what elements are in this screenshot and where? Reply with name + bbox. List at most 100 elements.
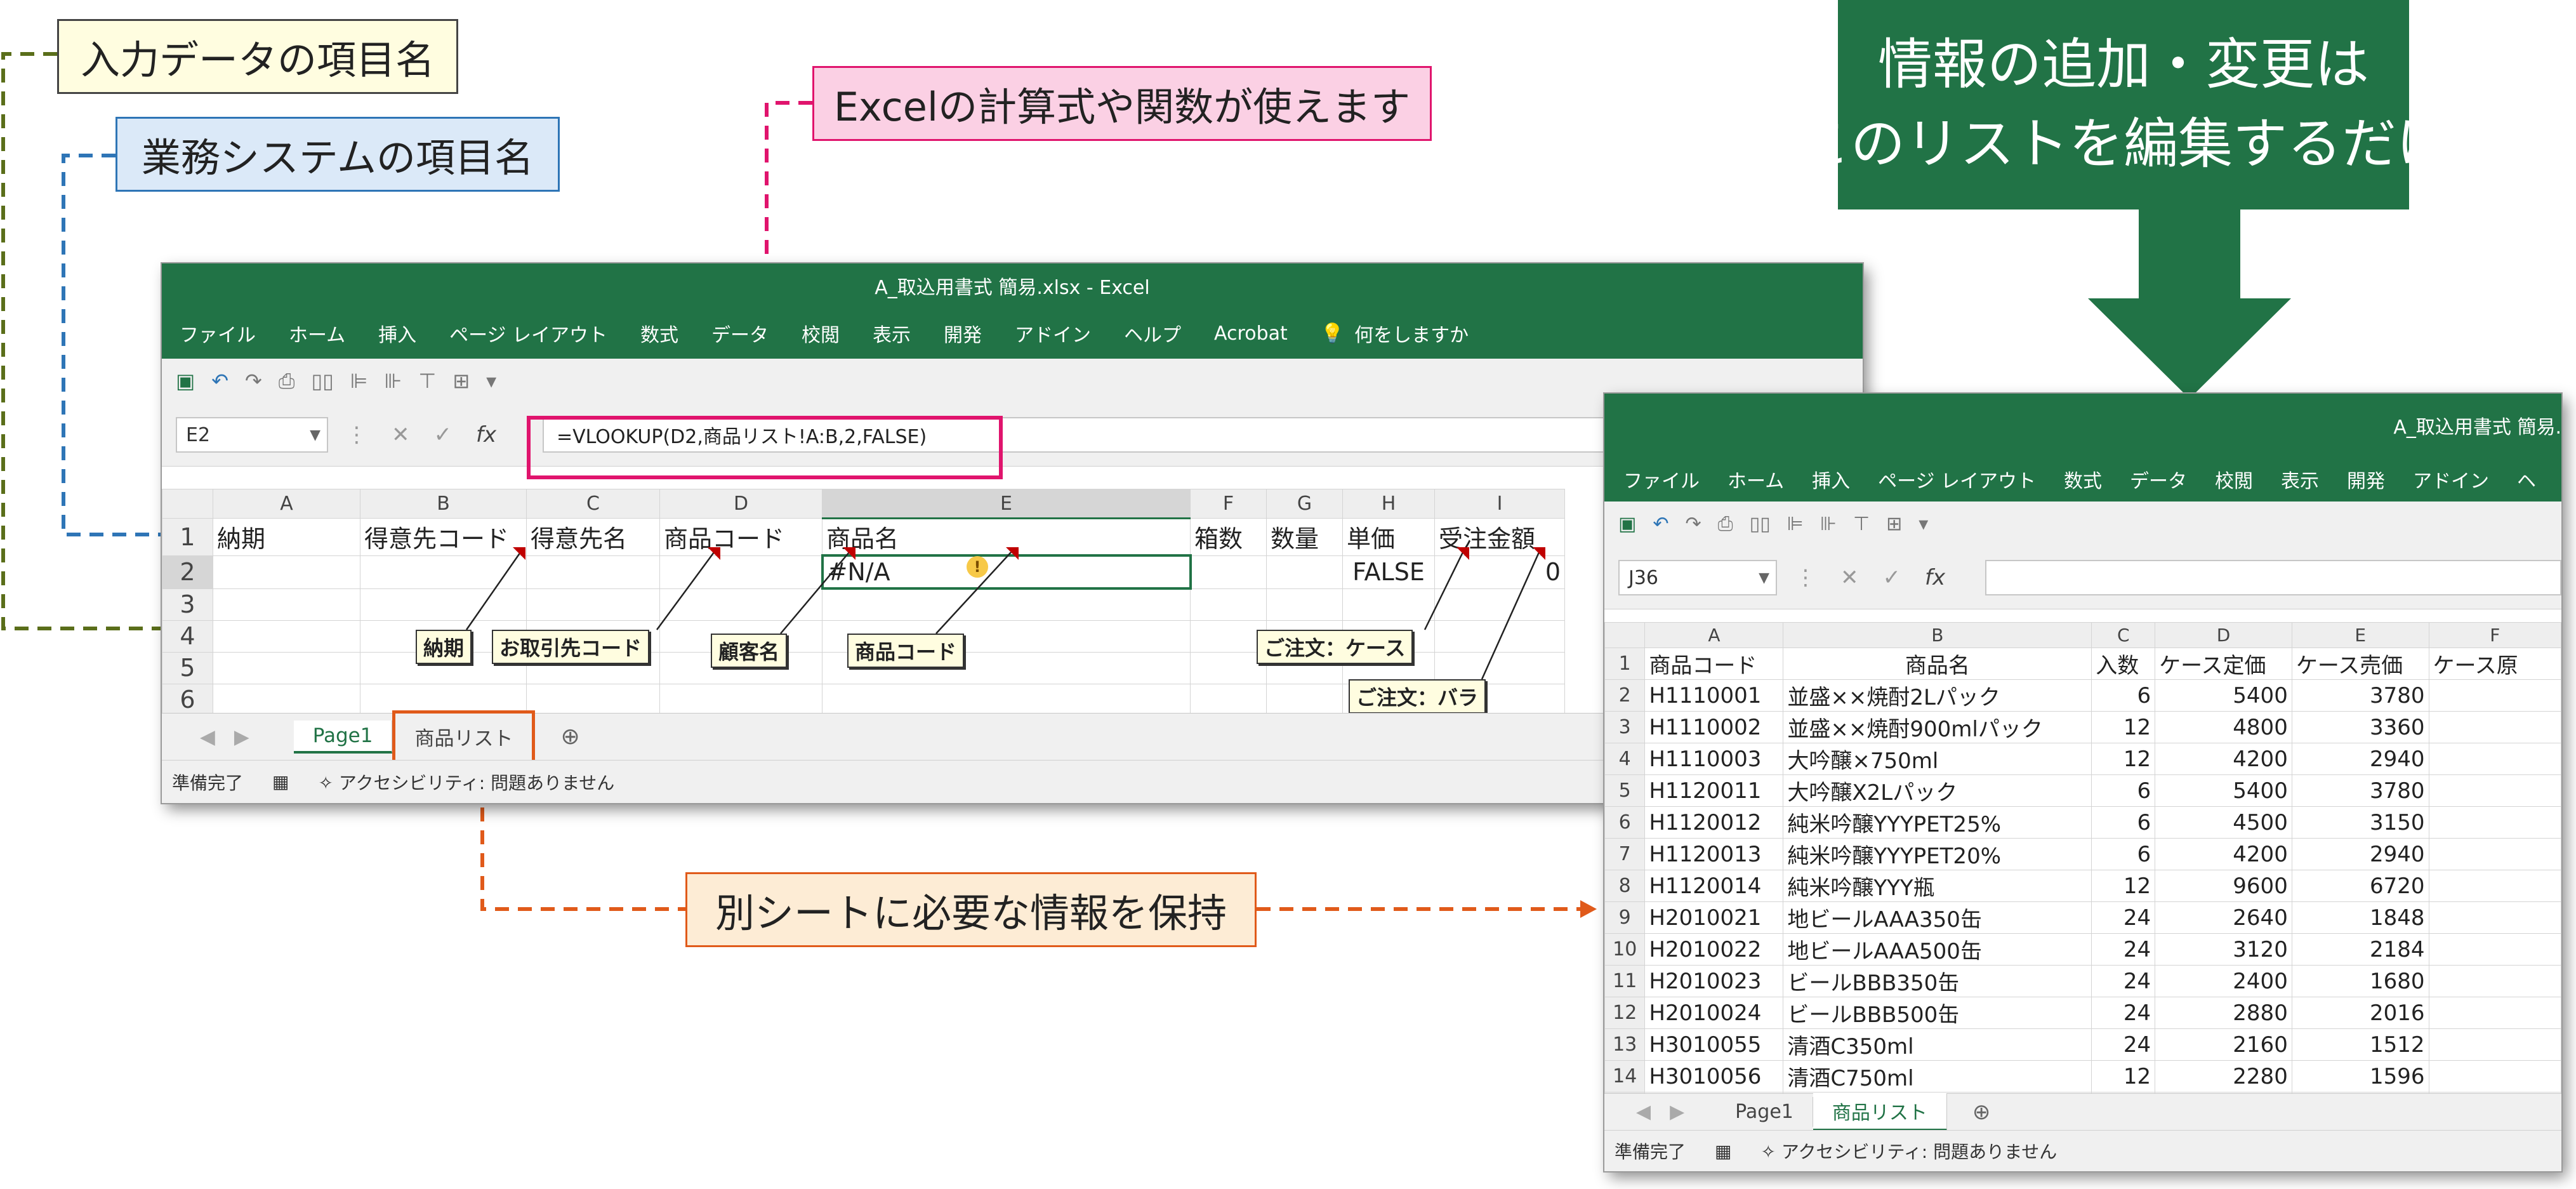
sheet-tab-page1[interactable]: Page1: [293, 720, 393, 754]
w2-redo-icon[interactable]: ↷: [1686, 513, 1701, 535]
case-cost-price[interactable]: [2428, 774, 2561, 807]
w2-cancel-icon[interactable]: ✕: [1840, 565, 1859, 590]
product-code[interactable]: H2010022: [1644, 933, 1784, 966]
case-list-price[interactable]: 2400: [2155, 965, 2292, 997]
format-icon[interactable]: ⊞: [452, 369, 470, 393]
product-name[interactable]: 純米吟醸YYYPET20%: [1783, 838, 2092, 870]
w2-name-box[interactable]: J36 ▼: [1618, 560, 1777, 595]
w2-header-cost-price[interactable]: ケース原: [2428, 648, 2561, 680]
add-sheet-icon[interactable]: ⊕: [560, 724, 579, 750]
product-name[interactable]: 純米吟醸YYYPET25%: [1783, 806, 2092, 839]
w2-header-name[interactable]: 商品名: [1783, 648, 2092, 680]
case-sell-price[interactable]: 1512: [2291, 1028, 2429, 1061]
case-sell-price[interactable]: 1596: [2291, 1060, 2429, 1093]
sheet-nav-right-icon[interactable]: ▶: [234, 726, 249, 748]
case-cost-price[interactable]: [2428, 838, 2561, 870]
case-cost-price[interactable]: [2428, 711, 2561, 743]
row-number[interactable]: 7: [1604, 838, 1646, 870]
case-cost-price[interactable]: [2428, 806, 2561, 839]
w2-sheet-tab-product-list[interactable]: 商品リスト: [1813, 1093, 1947, 1131]
row-number[interactable]: 5: [1604, 774, 1646, 807]
case-sell-price[interactable]: 2184: [2291, 933, 2429, 966]
row-number[interactable]: 10: [1604, 933, 1646, 966]
insert-function-icon[interactable]: fx: [476, 422, 496, 448]
product-name[interactable]: 並盛××焼酎900mlパック: [1783, 711, 2092, 743]
w2-col-header-a[interactable]: A: [1644, 622, 1784, 648]
w2-align-left-icon[interactable]: ⊫: [1787, 513, 1804, 535]
w2-ribbon-tab-file[interactable]: ファイル: [1623, 465, 1700, 493]
ribbon-tab-view[interactable]: 表示: [873, 319, 911, 347]
w2-sheet-nav-right-icon[interactable]: ▶: [1670, 1101, 1684, 1123]
sheet-stats-icon[interactable]: ▦: [272, 771, 289, 792]
case-sell-price[interactable]: 3360: [2291, 711, 2429, 743]
product-code[interactable]: H1120014: [1644, 870, 1784, 902]
w2-add-sheet-icon[interactable]: ⊕: [1972, 1099, 1991, 1125]
w2-ribbon-tab-help[interactable]: ヘ: [2517, 465, 2536, 493]
case-cost-price[interactable]: [2428, 679, 2561, 712]
case-list-price[interactable]: 2880: [2155, 997, 2292, 1029]
pack-quantity[interactable]: 6: [2091, 774, 2156, 807]
w2-header-sell-price[interactable]: ケース売価: [2291, 648, 2429, 680]
product-code[interactable]: H3010055: [1644, 1028, 1784, 1061]
case-list-price[interactable]: 2640: [2155, 901, 2292, 934]
product-name[interactable]: ビールBBB350缶: [1783, 965, 2092, 997]
ribbon-tab-file[interactable]: ファイル: [180, 319, 256, 347]
case-cost-price[interactable]: [2428, 933, 2561, 966]
save-icon[interactable]: ▣: [176, 369, 195, 393]
cancel-icon[interactable]: ✕: [392, 422, 410, 448]
customize-qat-icon[interactable]: ▾: [486, 369, 496, 393]
case-sell-price[interactable]: 1848: [2291, 901, 2429, 934]
product-code[interactable]: H1120013: [1644, 838, 1784, 870]
product-name[interactable]: 清酒C750ml: [1783, 1060, 2092, 1093]
case-sell-price[interactable]: 2940: [2291, 743, 2429, 775]
accessibility-status[interactable]: ✧ アクセシビリティ: 問題ありません: [318, 769, 614, 795]
product-name[interactable]: 大吟醸X2Lパック: [1783, 774, 2092, 807]
w2-select-all-corner[interactable]: [1604, 622, 1646, 648]
pack-quantity[interactable]: 12: [2091, 711, 2156, 743]
ribbon-tab-home[interactable]: ホーム: [289, 319, 345, 347]
ribbon-tab-developer[interactable]: 開発: [944, 319, 982, 347]
w2-ribbon-tab-review[interactable]: 校閲: [2215, 465, 2253, 493]
product-code[interactable]: H2010023: [1644, 965, 1784, 997]
align-icon[interactable]: ▯▯: [311, 369, 333, 393]
w2-align-icon[interactable]: ▯▯: [1750, 513, 1771, 535]
case-list-price[interactable]: 4200: [2155, 743, 2292, 775]
product-code[interactable]: H1110003: [1644, 743, 1784, 775]
product-name[interactable]: 並盛××焼酎2Lパック: [1783, 679, 2092, 712]
w2-format-icon[interactable]: ⊞: [1886, 513, 1902, 535]
w2-print-icon[interactable]: ⎙: [1718, 513, 1733, 535]
align-left-icon[interactable]: ⊫: [350, 369, 368, 393]
w2-enter-icon[interactable]: ✓: [1883, 565, 1901, 590]
w2-sheet-nav-left-icon[interactable]: ◀: [1636, 1101, 1651, 1123]
pack-quantity[interactable]: 12: [2091, 870, 2156, 902]
w2-align-top-icon[interactable]: ⊤: [1853, 513, 1870, 535]
w2-accessibility-status[interactable]: ✧ アクセシビリティ: 問題ありません: [1760, 1138, 2057, 1164]
product-name[interactable]: 地ビールAAA350缶: [1783, 901, 2092, 934]
w2-col-header-d[interactable]: D: [2155, 622, 2292, 648]
ribbon-tab-insert[interactable]: 挿入: [378, 319, 416, 347]
pack-quantity[interactable]: 6: [2091, 838, 2156, 870]
product-code[interactable]: H1110001: [1644, 679, 1784, 712]
w2-sheet-tab-page1[interactable]: Page1: [1716, 1097, 1813, 1127]
case-list-price[interactable]: 3120: [2155, 933, 2292, 966]
case-cost-price[interactable]: [2428, 1060, 2561, 1093]
case-list-price[interactable]: 5400: [2155, 774, 2292, 807]
case-cost-price[interactable]: [2428, 1028, 2561, 1061]
w2-align-center-icon[interactable]: ⊪: [1820, 513, 1837, 535]
pack-quantity[interactable]: 24: [2091, 901, 2156, 934]
row-number[interactable]: 4: [1604, 743, 1646, 775]
case-sell-price[interactable]: 2016: [2291, 997, 2429, 1029]
row-number[interactable]: 9: [1604, 901, 1646, 934]
ribbon-tab-acrobat[interactable]: Acrobat: [1214, 322, 1288, 345]
row-number[interactable]: 14: [1604, 1060, 1646, 1093]
w2-col-header-c[interactable]: C: [2091, 622, 2156, 648]
pack-quantity[interactable]: 12: [2091, 743, 2156, 775]
redo-icon[interactable]: ↷: [245, 369, 262, 393]
sheet-tab-product-list[interactable]: 商品リスト: [392, 710, 536, 763]
pack-quantity[interactable]: 24: [2091, 1028, 2156, 1061]
case-list-price[interactable]: 4800: [2155, 711, 2292, 743]
product-code[interactable]: H3010056: [1644, 1060, 1784, 1093]
product-name[interactable]: 大吟醸×750ml: [1783, 743, 2092, 775]
w2-col-header-b[interactable]: B: [1783, 622, 2092, 648]
case-sell-price[interactable]: 2940: [2291, 838, 2429, 870]
